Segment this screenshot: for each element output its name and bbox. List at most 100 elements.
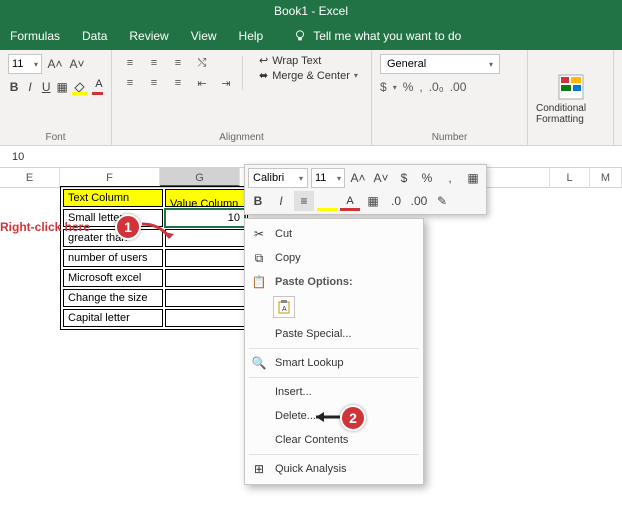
align-middle-button[interactable]: ≡	[144, 54, 164, 72]
tab-formulas[interactable]: Formulas	[10, 29, 60, 43]
cell-text[interactable]: Capital letter	[63, 309, 163, 327]
percent-button[interactable]: %	[403, 80, 414, 94]
col-header-E[interactable]: E	[0, 168, 60, 187]
group-font: 11 ▾ A˄ A˅ B I U ▦ A Font	[0, 50, 112, 145]
tab-view[interactable]: View	[191, 29, 217, 43]
arrow-icon	[140, 222, 180, 246]
ctx-smart-lookup[interactable]: 🔍 Smart Lookup	[245, 351, 423, 375]
increase-decimal-button[interactable]: .0₀	[429, 80, 444, 94]
ctx-clear-contents[interactable]: Clear Contents	[245, 428, 423, 452]
cell-value[interactable]	[165, 249, 245, 267]
merge-icon: ⬌	[259, 69, 268, 82]
chevron-down-icon: ▾	[393, 83, 397, 92]
mini-size-select[interactable]: 11▾	[311, 168, 345, 188]
group-font-label: Font	[8, 130, 103, 143]
svg-text:A: A	[282, 306, 287, 313]
orientation-button[interactable]: ⤭	[192, 54, 212, 72]
ribbon: 11 ▾ A˄ A˅ B I U ▦ A Font	[0, 50, 622, 146]
group-conditional: Conditional Formatting	[528, 50, 614, 145]
col-header-M[interactable]: M	[590, 168, 622, 187]
align-right-button[interactable]: ≡	[168, 74, 188, 92]
font-size-select[interactable]: 11 ▾	[8, 54, 42, 74]
font-color-button[interactable]: A	[92, 79, 103, 95]
paste-option-all[interactable]: A	[273, 296, 295, 318]
header-value-column[interactable]: Value Column	[165, 189, 245, 207]
comma-button[interactable]: ,	[419, 80, 422, 94]
chevron-down-icon: ▾	[489, 60, 493, 69]
borders-button[interactable]: ▦	[56, 78, 68, 96]
mini-border-button[interactable]: ▦	[363, 191, 383, 211]
callout-right-click: Right-click here	[0, 220, 90, 234]
merge-label: Merge & Center	[272, 70, 350, 82]
mini-decimal-dec-button[interactable]: .00	[409, 191, 429, 211]
arrow-icon	[310, 409, 344, 425]
fill-color-button[interactable]	[72, 79, 88, 95]
mini-grow-font-button[interactable]: A˄	[348, 168, 368, 188]
data-table: Text Column Value Column Small letters10…	[60, 186, 248, 330]
formula-bar-value: 10	[12, 151, 24, 163]
cut-icon: ✂	[251, 226, 267, 242]
cell-text[interactable]: Microsoft excel	[63, 269, 163, 287]
mini-shrink-font-button[interactable]: A˅	[371, 168, 391, 188]
ctx-paste-options-header: 📋 Paste Options:	[245, 270, 423, 294]
currency-button[interactable]: $	[380, 80, 387, 94]
col-header-L[interactable]: L	[550, 168, 590, 187]
mini-fill-button[interactable]	[317, 191, 337, 211]
separator	[249, 454, 419, 455]
mini-format-button[interactable]: ▦	[463, 168, 483, 188]
ctx-paste-special[interactable]: Paste Special...	[245, 322, 423, 346]
font-size-value: 11	[12, 58, 23, 70]
ctx-cut[interactable]: ✂ Cut	[245, 222, 423, 246]
wrap-text-button[interactable]: ↩ Wrap Text	[259, 54, 358, 67]
merge-center-button[interactable]: ⬌ Merge & Center ▾	[259, 69, 358, 82]
bulb-icon	[293, 29, 307, 43]
mini-align-button[interactable]: ≡	[294, 191, 314, 211]
cell-value[interactable]	[165, 269, 245, 287]
align-top-button[interactable]: ≡	[120, 54, 140, 72]
number-format-select[interactable]: General ▾	[380, 54, 500, 74]
cell-text[interactable]: number of users	[63, 249, 163, 267]
mini-decimal-inc-button[interactable]: .0	[386, 191, 406, 211]
mini-font-color-button[interactable]: A	[340, 191, 360, 211]
copy-icon: ⧉	[251, 250, 267, 266]
tab-help[interactable]: Help	[239, 29, 264, 43]
clipboard-icon: A	[277, 300, 291, 314]
bold-button[interactable]: B	[8, 78, 20, 96]
header-text-column[interactable]: Text Column	[63, 189, 163, 207]
mini-bold-button[interactable]: B	[248, 191, 268, 211]
tab-data[interactable]: Data	[82, 29, 107, 43]
ctx-copy[interactable]: ⧉ Copy	[245, 246, 423, 270]
ctx-insert[interactable]: Insert...	[245, 380, 423, 404]
italic-button[interactable]: I	[24, 78, 36, 96]
increase-font-button[interactable]: A˄	[46, 55, 64, 73]
tell-me[interactable]: Tell me what you want to do	[293, 29, 461, 43]
tell-me-label: Tell me what you want to do	[313, 29, 461, 43]
col-header-G[interactable]: G	[160, 168, 240, 187]
cell-value[interactable]	[165, 289, 245, 307]
mini-font-select[interactable]: Calibri▾	[248, 168, 308, 188]
underline-button[interactable]: U	[40, 78, 52, 96]
increase-indent-button[interactable]: ⇥	[216, 74, 236, 92]
tab-review[interactable]: Review	[129, 29, 168, 43]
align-left-button[interactable]: ≡	[120, 74, 140, 92]
decrease-font-button[interactable]: A˅	[68, 55, 86, 73]
mini-currency-button[interactable]: $	[394, 168, 414, 188]
window-title: Book1 - Excel	[274, 4, 348, 18]
group-alignment: ≡ ≡ ≡ ⤭ ≡ ≡ ≡ ⇤ ⇥ ↩	[112, 50, 372, 145]
cell-text[interactable]: Change the size	[63, 289, 163, 307]
mini-format-painter-button[interactable]: ✎	[432, 191, 452, 211]
align-center-button[interactable]: ≡	[144, 74, 164, 92]
align-bottom-button[interactable]: ≡	[168, 54, 188, 72]
wrap-text-label: Wrap Text	[272, 55, 321, 67]
mini-comma-button[interactable]: ,	[440, 168, 460, 188]
conditional-formatting-button[interactable]: Conditional Formatting	[536, 73, 605, 125]
paste-icon: 📋	[251, 274, 267, 290]
col-header-F[interactable]: F	[60, 168, 160, 187]
ctx-quick-analysis[interactable]: ⊞ Quick Analysis	[245, 457, 423, 481]
decrease-decimal-button[interactable]: .00	[450, 80, 467, 94]
mini-italic-button[interactable]: I	[271, 191, 291, 211]
chevron-down-icon: ▾	[34, 60, 38, 69]
cell-value[interactable]	[165, 309, 245, 327]
mini-percent-button[interactable]: %	[417, 168, 437, 188]
decrease-indent-button[interactable]: ⇤	[192, 74, 212, 92]
